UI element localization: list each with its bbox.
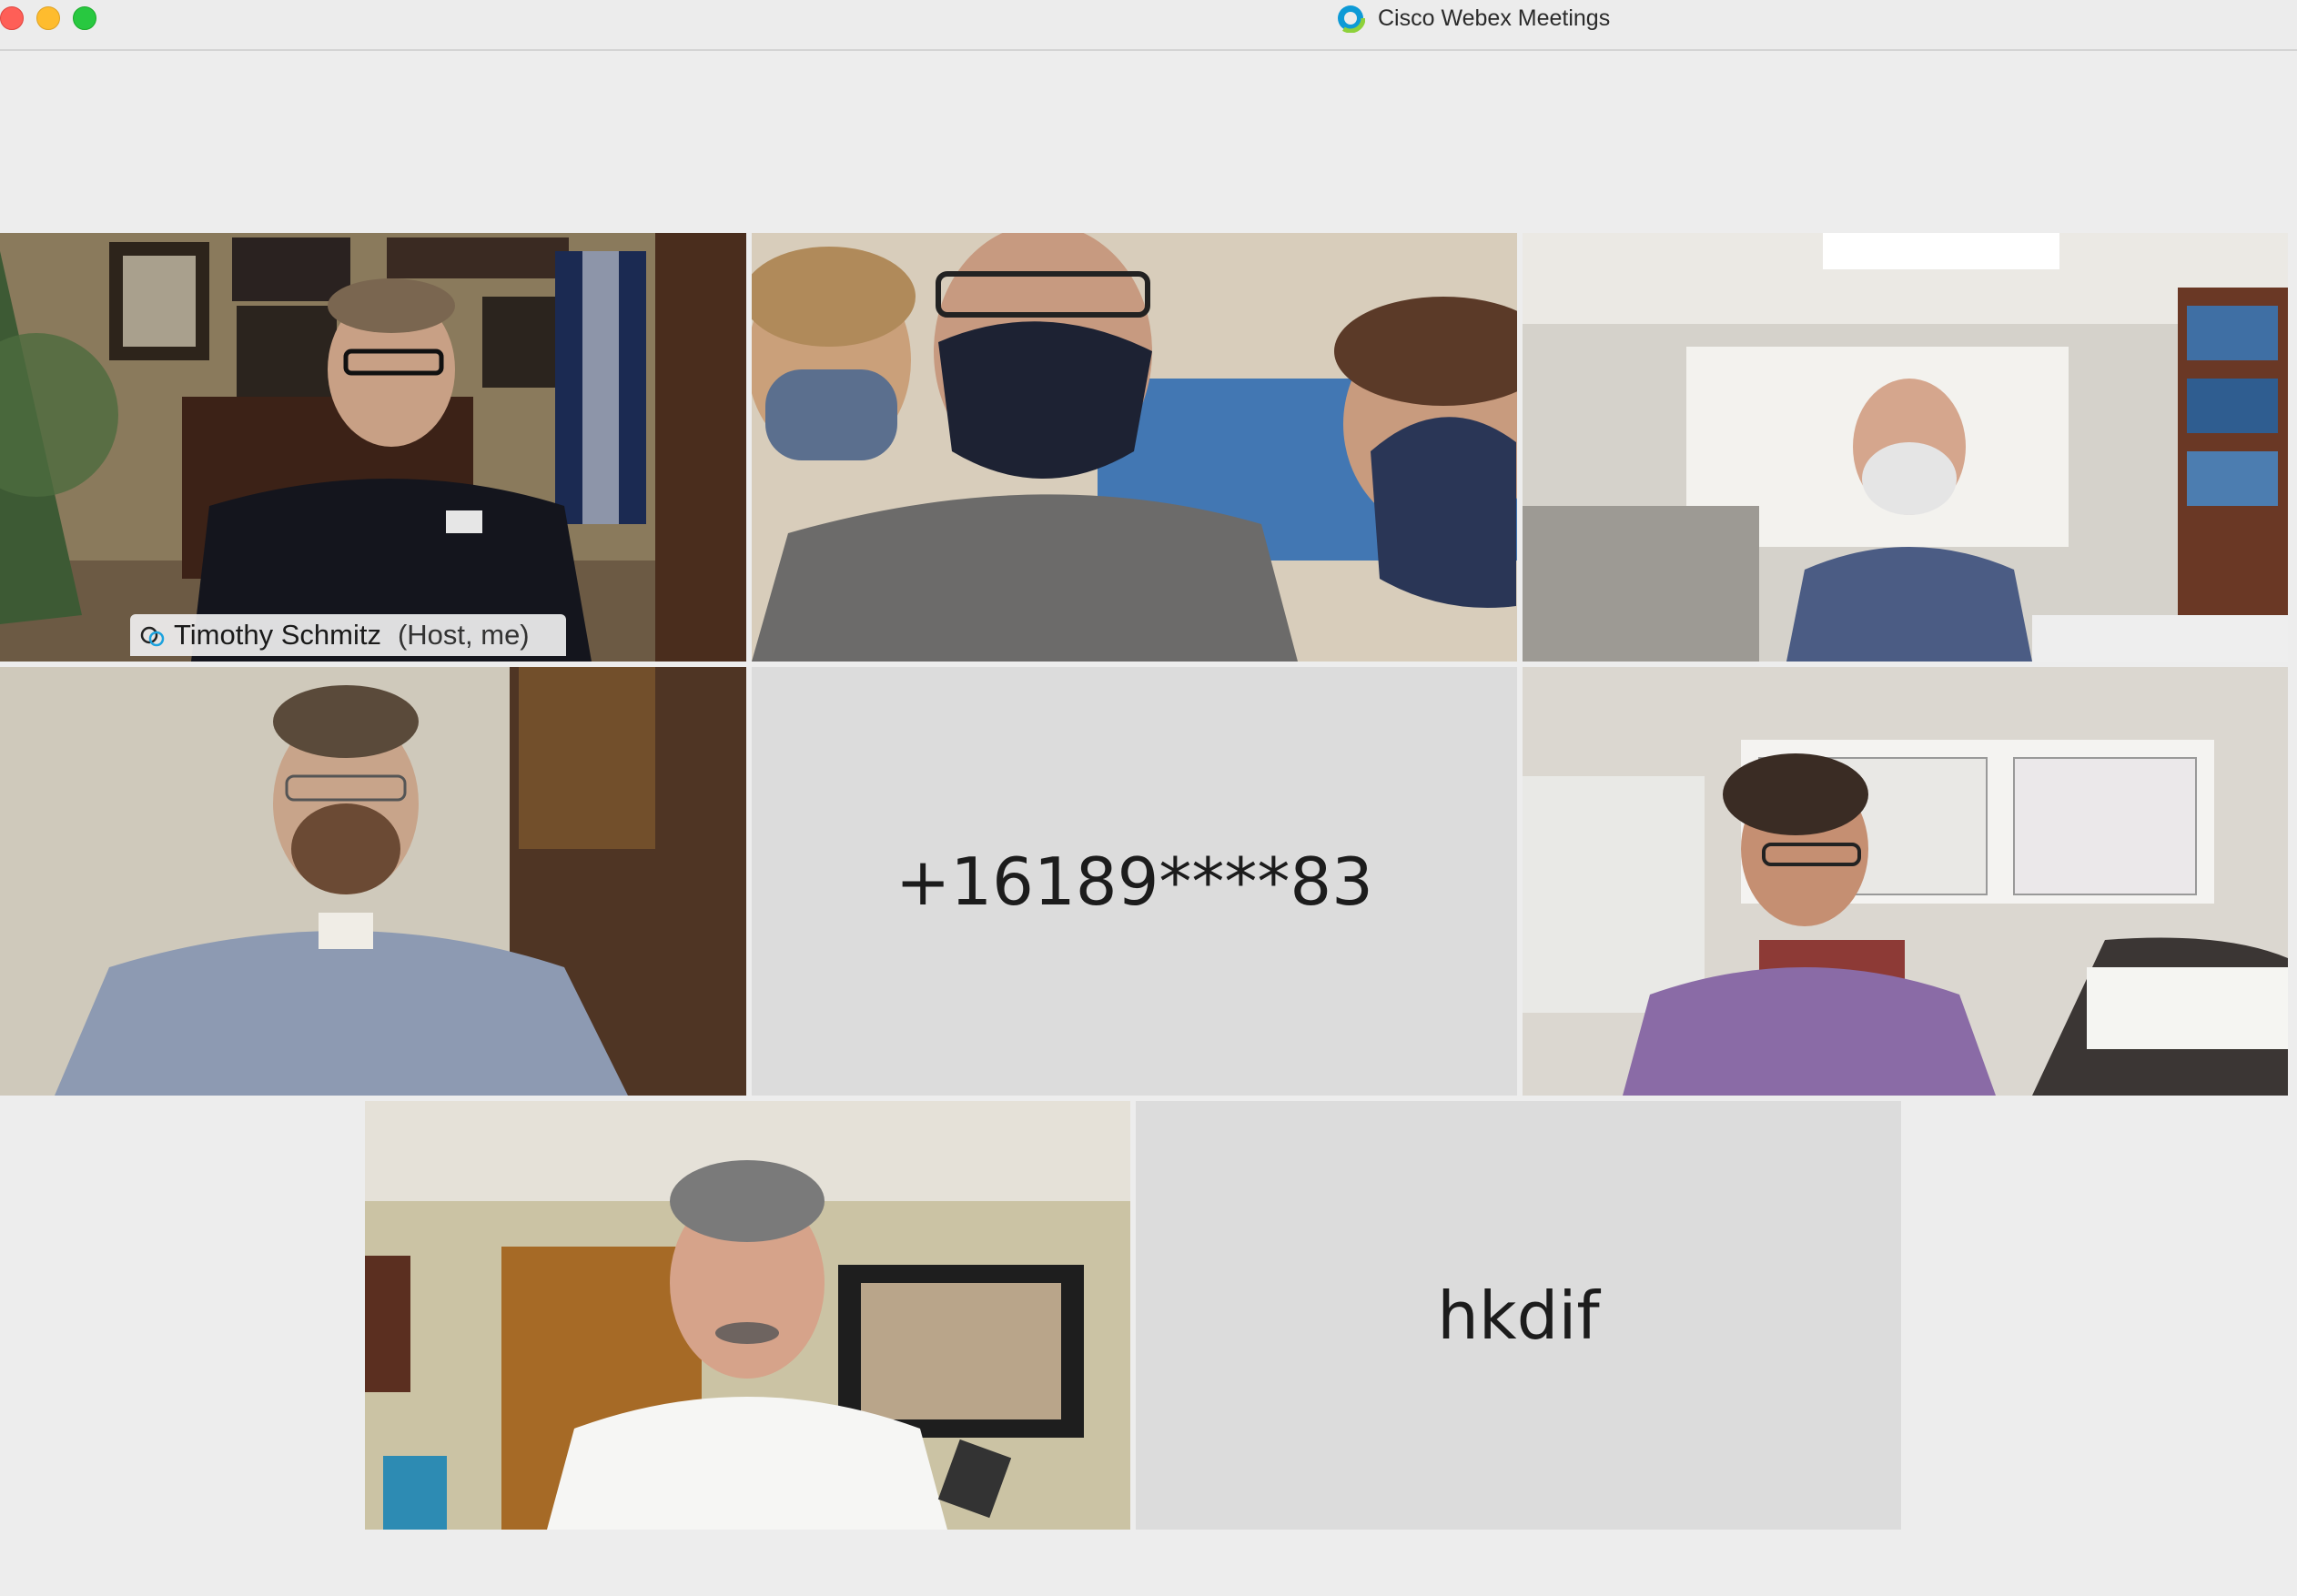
participant-video-feed	[0, 667, 746, 1096]
participant-name: hkdif	[1437, 1277, 1600, 1354]
participant-role: (Host, me)	[397, 619, 530, 651]
participant-video-feed	[365, 1101, 1130, 1530]
window-titlebar: Cisco Webex Meetings	[0, 0, 2297, 51]
participant-video-feed	[1523, 233, 2288, 662]
audio-sync-icon	[140, 626, 165, 647]
video-tile-participant-4[interactable]	[0, 667, 746, 1096]
participant-name: Timothy Schmitz	[174, 619, 381, 651]
close-window-button[interactable]	[0, 6, 24, 30]
host-video-feed	[0, 233, 746, 662]
video-tile-participant-2[interactable]	[752, 233, 1517, 662]
window-title: Cisco Webex Meetings	[1378, 5, 1611, 31]
participant-name: +16189****83	[896, 843, 1373, 920]
zoom-window-button[interactable]	[73, 6, 96, 30]
video-tile-host[interactable]: Timothy Schmitz (Host, me)	[0, 233, 746, 662]
window-title-group: Cisco Webex Meetings	[1336, 2, 1610, 35]
audio-tile-phone[interactable]: +16189****83	[752, 667, 1517, 1096]
participant-video-feed	[752, 233, 1517, 662]
webex-logo-icon	[1336, 4, 1365, 33]
audio-tile-guest[interactable]: hkdif	[1136, 1101, 1901, 1530]
video-tile-participant-3[interactable]	[1523, 233, 2288, 662]
participant-name-label: Timothy Schmitz (Host, me)	[130, 614, 566, 656]
video-tile-participant-5[interactable]	[1523, 667, 2288, 1096]
video-tile-participant-6[interactable]	[365, 1101, 1130, 1530]
minimize-window-button[interactable]	[36, 6, 60, 30]
participant-video-feed	[1523, 667, 2288, 1096]
